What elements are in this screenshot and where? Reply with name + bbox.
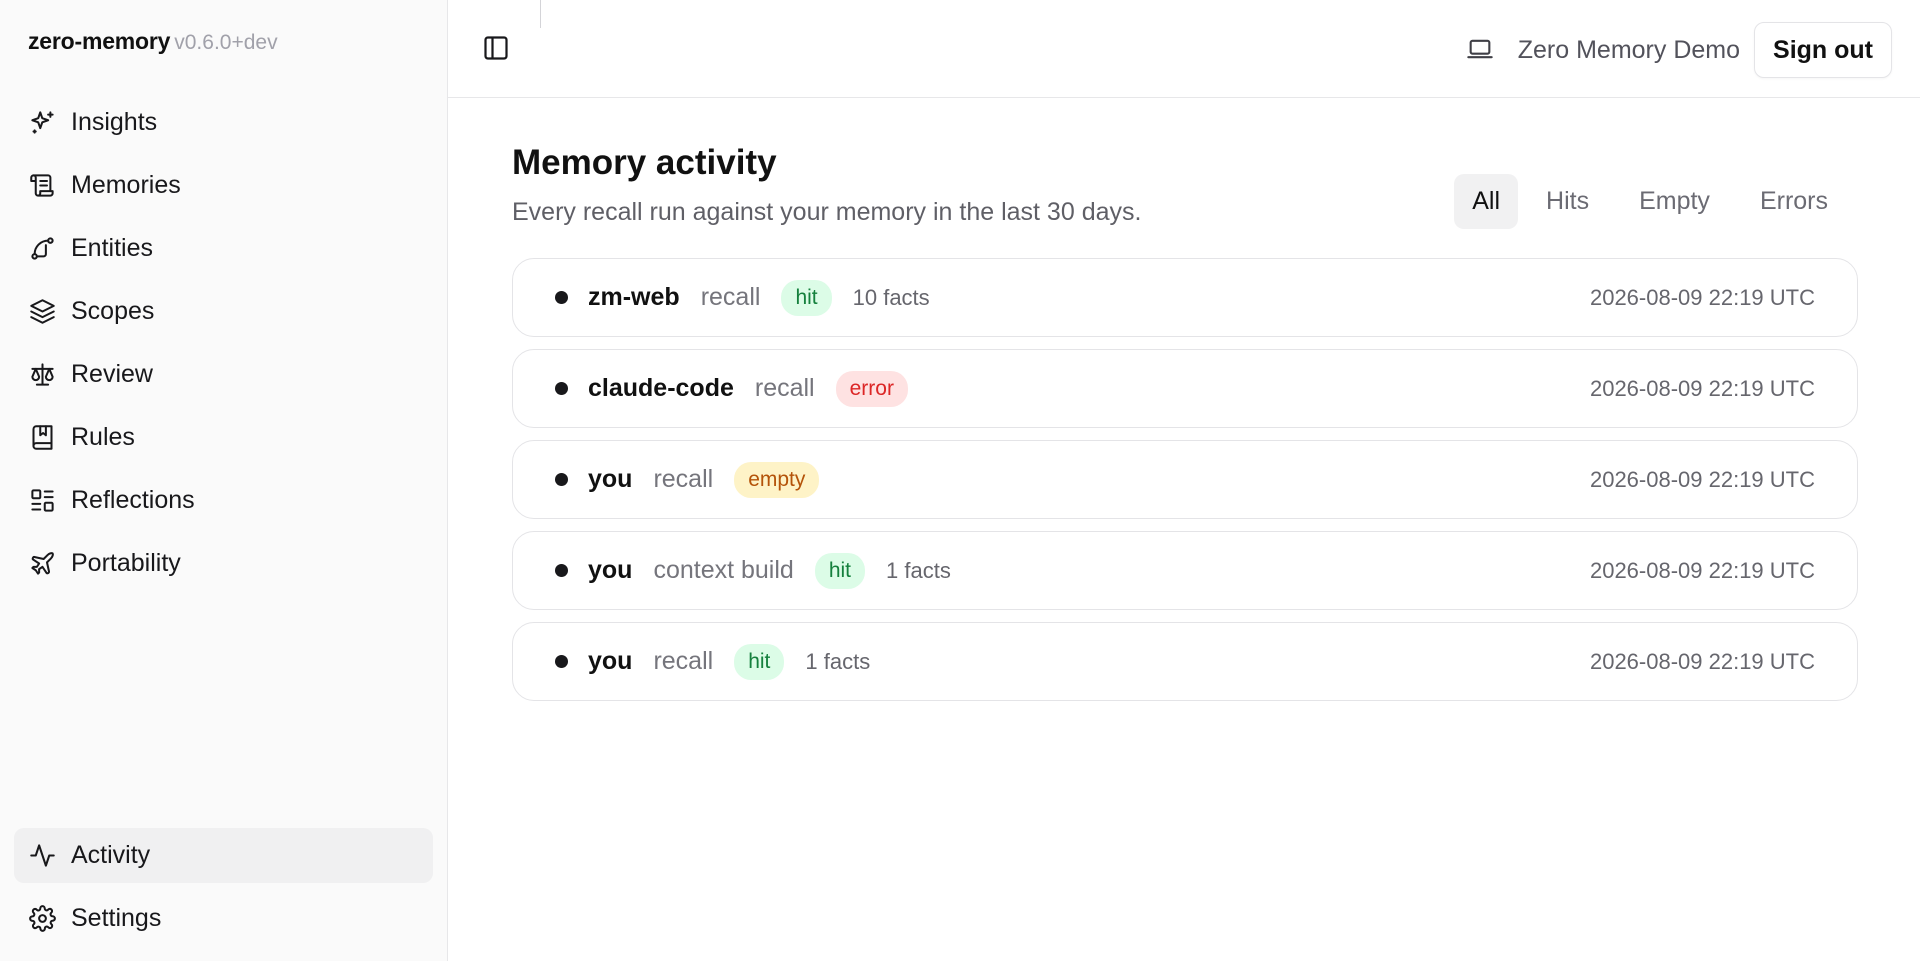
sidebar-item-label: Entities (71, 234, 153, 262)
tab-hits[interactable]: Hits (1524, 174, 1611, 229)
status-dot (555, 655, 568, 668)
status-dot (555, 291, 568, 304)
gear-icon (28, 905, 56, 933)
activity-row[interactable]: you context build hit 1 facts 2026-08-09… (512, 531, 1858, 610)
sidebar-item-label: Review (71, 360, 153, 388)
grid-icon (28, 487, 56, 515)
status-dot (555, 473, 568, 486)
sidebar-item-label: Memories (71, 171, 181, 199)
sidebar-item-label: Activity (71, 841, 151, 869)
brand: zero-memory v0.6.0+dev (28, 28, 278, 55)
sidebar-item-label: Insights (71, 108, 158, 136)
activity-operation: recall (754, 374, 815, 402)
topbar-right: Zero Memory Demo Sign out (1466, 22, 1892, 78)
activity-content: Memory activity Every recall run against… (512, 98, 1858, 701)
sidebar-item-memories[interactable]: Memories (14, 158, 433, 213)
status-badge: error (835, 370, 908, 407)
divider (540, 0, 541, 28)
org-name: Zero Memory Demo (1517, 35, 1741, 64)
sidebar-toggle-button[interactable] (482, 34, 512, 64)
status-badge: hit (814, 552, 866, 589)
activity-time: 2026-08-09 22:19 UTC (1589, 284, 1815, 310)
main: Zero Memory Demo Sign out Memory activit… (448, 0, 1920, 961)
activity-time: 2026-08-09 22:19 UTC (1589, 648, 1815, 674)
facts-count: 10 facts (852, 284, 930, 310)
activity-source: claude-code (588, 374, 734, 402)
activity-icon (28, 842, 56, 870)
sidebar-item-label: Reflections (71, 486, 195, 514)
activity-list: zm-web recall hit 10 facts 2026-08-09 22… (512, 258, 1858, 713)
filter-tabs: All Hits Empty Errors (1448, 174, 1850, 229)
sidebar-nav: Insights Memories Entities Scopes Review… (14, 95, 433, 599)
page-subtitle: Every recall run against your memory in … (512, 198, 1142, 226)
sidebar-item-scopes[interactable]: Scopes (14, 284, 433, 339)
scale-icon (28, 361, 56, 389)
sidebar-item-reflections[interactable]: Reflections (14, 473, 433, 528)
sidebar-bottom-nav: Activity Settings (14, 828, 433, 954)
panel-left-icon (484, 36, 508, 60)
activity-source: you (588, 465, 633, 493)
sidebar-item-activity[interactable]: Activity (14, 828, 433, 883)
status-dot (555, 382, 568, 395)
status-dot (555, 564, 568, 577)
activity-operation: recall (653, 647, 714, 675)
sidebar-item-insights[interactable]: Insights (14, 95, 433, 150)
layers-icon (28, 298, 56, 326)
status-badge: hit (781, 279, 832, 316)
activity-operation: recall (653, 465, 714, 493)
sidebar-item-review[interactable]: Review (14, 347, 433, 402)
scroll-icon (28, 172, 56, 200)
brand-name: zero-memory (28, 28, 171, 54)
tab-empty[interactable]: Empty (1617, 174, 1732, 229)
activity-time: 2026-08-09 22:19 UTC (1589, 557, 1815, 583)
tab-errors[interactable]: Errors (1738, 174, 1850, 229)
brand-version: v0.6.0+dev (174, 31, 278, 54)
activity-source: you (588, 556, 633, 584)
laptop-icon[interactable] (1466, 35, 1496, 65)
activity-operation: context build (653, 556, 794, 584)
page-header: Memory activity Every recall run against… (512, 98, 1858, 258)
status-badge: hit (734, 643, 785, 680)
activity-row[interactable]: you recall hit 1 facts 2026-08-09 22:19 … (512, 622, 1858, 701)
sidebar-item-label: Portability (71, 549, 181, 577)
activity-operation: recall (700, 283, 761, 311)
status-badge: empty (734, 461, 820, 498)
activity-time: 2026-08-09 22:19 UTC (1589, 375, 1815, 401)
sidebar-item-entities[interactable]: Entities (14, 221, 433, 276)
sidebar: zero-memory v0.6.0+dev Insights Memories … (0, 0, 448, 961)
tab-all[interactable]: All (1454, 174, 1519, 229)
sidebar-item-settings[interactable]: Settings (14, 891, 433, 946)
activity-row[interactable]: zm-web recall hit 10 facts 2026-08-09 22… (512, 258, 1858, 337)
sidebar-item-label: Scopes (71, 297, 155, 325)
sign-out-button[interactable]: Sign out (1754, 22, 1892, 78)
facts-count: 1 facts (886, 557, 951, 583)
activity-source: zm-web (588, 283, 680, 311)
page-title: Memory activity (512, 143, 777, 182)
activity-row[interactable]: you recall empty 2026-08-09 22:19 UTC (512, 440, 1858, 519)
spline-icon (28, 235, 56, 263)
sidebar-item-label: Settings (71, 904, 162, 932)
facts-count: 1 facts (805, 648, 871, 674)
sidebar-item-rules[interactable]: Rules (14, 410, 433, 465)
sparkles-icon (28, 109, 56, 137)
activity-source: you (588, 647, 633, 675)
topbar: Zero Memory Demo Sign out (448, 0, 1920, 98)
sidebar-item-label: Rules (71, 423, 135, 451)
activity-row[interactable]: claude-code recall error 2026-08-09 22:1… (512, 349, 1858, 428)
plane-icon (28, 550, 56, 578)
sidebar-item-portability[interactable]: Portability (14, 536, 433, 591)
book-marked-icon (28, 424, 56, 452)
activity-time: 2026-08-09 22:19 UTC (1589, 466, 1815, 492)
